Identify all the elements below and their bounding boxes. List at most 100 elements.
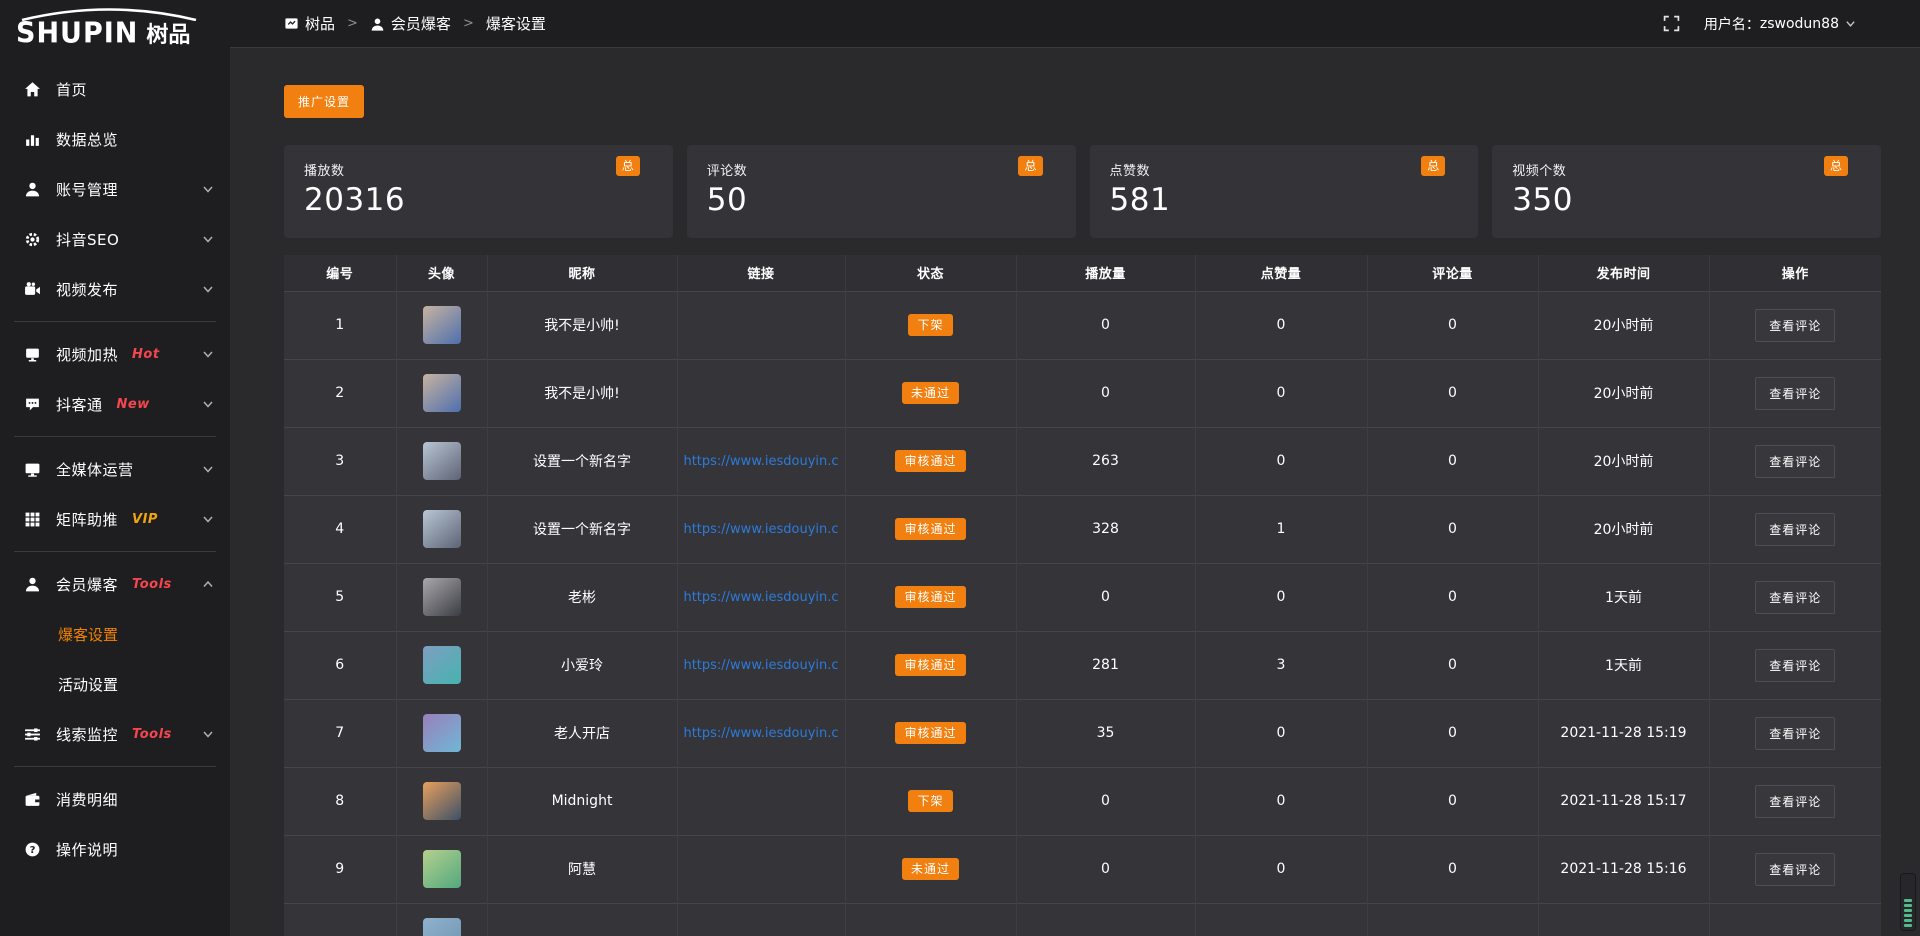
column-header: 评论量 <box>1367 255 1538 291</box>
sidebar-item-label: 数据总览 <box>56 129 118 150</box>
sidebar-item-consumption-detail[interactable]: 消费明细 <box>0 774 230 824</box>
sidebar-item-label: 视频发布 <box>56 279 118 300</box>
sidebar-item-data-overview[interactable]: 数据总览 <box>0 114 230 164</box>
level-bar <box>1904 914 1912 917</box>
cell-plays <box>1016 903 1195 936</box>
stat-card-label: 点赞数 <box>1110 160 1459 179</box>
cell-status: 审核通过 <box>845 495 1016 563</box>
cell-plays: 0 <box>1016 835 1195 903</box>
status-badge: 审核通过 <box>895 722 965 744</box>
status-badge: 审核通过 <box>895 518 965 540</box>
cell-nickname: 老人开店 <box>487 699 677 767</box>
sidebar-item-member-baoke[interactable]: 会员爆客Tools <box>0 559 230 609</box>
cell-plays: 35 <box>1016 699 1195 767</box>
sidebar-item-matrix-boost[interactable]: 矩阵助推VIP <box>0 494 230 544</box>
breadcrumb-link[interactable]: 树品 <box>284 13 335 34</box>
sidebar-subitem-baoke-settings[interactable]: 爆客设置 <box>0 609 230 659</box>
level-bar <box>1904 904 1912 907</box>
cell-link: https://www.iesdouyin.c <box>677 495 845 563</box>
table-row: 4设置一个新名字https://www.iesdouyin.c审核通过32810… <box>284 495 1881 563</box>
cell-nickname: 阿慧 <box>487 835 677 903</box>
sidebar-nav: 首页数据总览账号管理抖音SEO 视频发布视频加热Hot抖客通New 全媒体运营矩阵助… <box>0 64 230 874</box>
stat-card-value: 350 <box>1512 182 1861 218</box>
cell-likes: 0 <box>1195 563 1367 631</box>
cell-link: https://www.iesdouyin.c <box>677 563 845 631</box>
sidebar-item-clue-monitor[interactable]: 线索监控Tools <box>0 709 230 759</box>
sidebar-divider <box>14 551 216 552</box>
breadcrumb-separator: > <box>347 16 358 31</box>
cell-nickname: 小爱玲 <box>487 631 677 699</box>
sidebar-item-operation-guide[interactable]: ?操作说明 <box>0 824 230 874</box>
cell-avatar <box>396 699 487 767</box>
sidebar-item-label: 会员爆客 <box>56 574 118 595</box>
cell-action: 查看评论 <box>1709 563 1881 631</box>
view-comments-button[interactable]: 查看评论 <box>1755 377 1835 410</box>
app-logo: SHUPIN 树品 <box>0 0 230 58</box>
table-row: 7老人开店https://www.iesdouyin.c审核通过35002021… <box>284 699 1881 767</box>
view-comments-button[interactable]: 查看评论 <box>1755 649 1835 682</box>
home-icon <box>23 80 41 98</box>
cell-status: 未通过 <box>845 359 1016 427</box>
video-link[interactable]: https://www.iesdouyin.c <box>683 522 838 537</box>
cell-avatar <box>396 835 487 903</box>
sidebar-item-video-heat[interactable]: 视频加热Hot <box>0 329 230 379</box>
video-link[interactable]: https://www.iesdouyin.c <box>683 726 838 741</box>
view-comments-button[interactable]: 查看评论 <box>1755 853 1835 886</box>
table-row: 8Midnight下架0002021-11-28 15:17查看评论 <box>284 767 1881 835</box>
videos-table: 编号头像昵称链接状态播放量点赞量评论量发布时间操作 1我不是小帅!下架00020… <box>284 255 1881 936</box>
grid-icon <box>23 510 41 528</box>
user-icon <box>23 575 41 593</box>
level-indicator-widget[interactable] <box>1900 873 1916 931</box>
view-comments-button[interactable]: 查看评论 <box>1755 445 1835 478</box>
fullscreen-icon[interactable] <box>1663 15 1680 32</box>
avatar <box>423 714 461 752</box>
cell-avatar <box>396 631 487 699</box>
avatar <box>423 918 461 936</box>
cell-link: https://www.iesdouyin.c <box>677 631 845 699</box>
cell-published: 20小时前 <box>1538 427 1709 495</box>
view-comments-button[interactable]: 查看评论 <box>1755 581 1835 614</box>
cell-plays: 0 <box>1016 291 1195 359</box>
table-row: 5老彬https://www.iesdouyin.c审核通过0001天前查看评论 <box>284 563 1881 631</box>
avatar <box>423 578 461 616</box>
status-badge: 审核通过 <box>895 654 965 676</box>
chevron-down-icon <box>202 463 214 475</box>
level-bar <box>1904 919 1912 922</box>
sidebar-item-douketong[interactable]: 抖客通New <box>0 379 230 429</box>
view-comments-button[interactable]: 查看评论 <box>1755 309 1835 342</box>
sidebar-item-account-manage[interactable]: 账号管理 <box>0 164 230 214</box>
video-link[interactable]: https://www.iesdouyin.c <box>683 590 838 605</box>
sidebar-item-home[interactable]: 首页 <box>0 64 230 114</box>
cell-published: 1天前 <box>1538 631 1709 699</box>
view-comments-button[interactable]: 查看评论 <box>1755 717 1835 750</box>
table-row: 9阿慧未通过0002021-11-28 15:16查看评论 <box>284 835 1881 903</box>
breadcrumb-link[interactable]: 会员爆客 <box>370 13 451 34</box>
sidebar-item-video-publish[interactable]: 视频发布 <box>0 264 230 314</box>
monitor-icon <box>23 460 41 478</box>
sidebar-item-all-media[interactable]: 全媒体运营 <box>0 444 230 494</box>
status-badge: 未通过 <box>902 382 959 404</box>
avatar <box>423 782 461 820</box>
sidebar-item-label: 操作说明 <box>56 839 118 860</box>
avatar <box>423 442 461 480</box>
status-badge: 审核通过 <box>895 586 965 608</box>
username-label: 用户名： <box>1704 14 1760 34</box>
promo-settings-button[interactable]: 推广设置 <box>284 85 364 118</box>
view-comments-button[interactable]: 查看评论 <box>1755 513 1835 546</box>
view-comments-button[interactable]: 查看评论 <box>1755 785 1835 818</box>
sidebar-subitem-activity-settings[interactable]: 活动设置 <box>0 659 230 709</box>
cell-status: 下架 <box>845 291 1016 359</box>
sidebar-item-douyin-seo[interactable]: 抖音SEO <box>0 214 230 264</box>
video-link[interactable]: https://www.iesdouyin.c <box>683 454 838 469</box>
stat-card: 点赞数581总 <box>1090 145 1479 238</box>
stat-card: 评论数50总 <box>687 145 1076 238</box>
cell-comments: 0 <box>1367 291 1538 359</box>
video-link[interactable]: https://www.iesdouyin.c <box>683 658 838 673</box>
cell-avatar <box>396 359 487 427</box>
user-menu[interactable]: 用户名： zswodun88 <box>1704 14 1856 34</box>
cell-likes: 0 <box>1195 291 1367 359</box>
cell-published: 1天前 <box>1538 563 1709 631</box>
breadcrumb-current: 爆客设置 <box>486 13 546 34</box>
column-header: 操作 <box>1709 255 1881 291</box>
cell-status: 审核通过 <box>845 631 1016 699</box>
